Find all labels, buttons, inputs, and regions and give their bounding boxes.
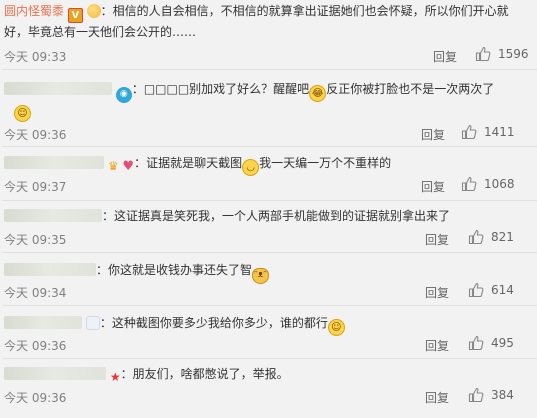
comment-time[interactable]: 今天 09:36 xyxy=(4,337,66,354)
blurred-username xyxy=(4,82,112,95)
comment-text: ★：朋友们，啥都憋说了，举报。 xyxy=(4,365,529,387)
comment-item: ：这种截图你要多少我给你多少，谁的都行 ☺ 今天 09:36 回复 495 xyxy=(0,306,537,359)
like-button[interactable]: 1068 xyxy=(461,176,515,192)
comment-content: ：□□□□别加戏了好么？醒醒吧 xyxy=(131,82,310,96)
smirk-emoji-icon: ◡ xyxy=(242,159,260,176)
laugh-cry-emoji-icon: 😂 xyxy=(309,85,327,102)
comment-text: ：这种截图你要多少我给你多少，谁的都行 ☺ xyxy=(4,314,529,336)
comment-content: ：朋友们，啥都憋说了，举报。 xyxy=(120,367,289,381)
divider xyxy=(2,69,537,70)
like-count: 1596 xyxy=(498,47,529,61)
like-count: 1068 xyxy=(484,177,515,191)
thumbs-up-icon xyxy=(468,229,484,245)
blurred-username xyxy=(4,209,102,222)
comment-content: ：你这就是收钱办事还失了智 xyxy=(96,263,253,277)
cat-emoji-icon: ᵔᴥᵔ xyxy=(252,267,270,284)
like-count: 384 xyxy=(491,388,514,402)
comment-item: ：你这就是收钱办事还失了智 ᵔᴥᵔ 今天 09:34 回复 614 xyxy=(0,253,537,306)
reply-button[interactable]: 回复 xyxy=(425,389,449,406)
thumbs-up-icon xyxy=(461,124,477,140)
thumbs-up-icon xyxy=(461,176,477,192)
smile-emoji-icon: ☺ xyxy=(14,102,31,122)
comment-text: ♛ ♥：证据就是聊天截图 ◡ 我一天编一万个不重样的 xyxy=(4,154,529,176)
reply-button[interactable]: 回复 xyxy=(421,178,445,195)
grape-emoji-icon xyxy=(86,4,101,18)
comment-text: ：你这就是收钱办事还失了智 ᵔᴥᵔ xyxy=(4,261,529,284)
comment-content-after: 反正你被打脸也不是一次两次了 xyxy=(326,82,495,96)
comment-item: ◉ ：□□□□别加戏了好么？醒醒吧 😂 反正你被打脸也不是一次两次了 ☺ 今天 09:… xyxy=(0,76,537,148)
like-button[interactable]: 384 xyxy=(468,387,514,403)
smile-emoji-icon: ☺ xyxy=(327,319,345,336)
comment-item: ：这证据真是笑死我，一个人两部手机能做到的证据就别拿出来了 今天 09:35 回… xyxy=(0,201,537,253)
reply-button[interactable]: 回复 xyxy=(425,231,449,248)
thumbs-up-icon xyxy=(475,46,491,62)
comment-text: 圆内怪蜀黍 V ：相信的人自会相信，不相信的就算拿出证据她们也会怀疑，所以你们开… xyxy=(4,2,529,42)
comment-time[interactable]: 今天 09:34 xyxy=(4,284,66,301)
comment-time[interactable]: 今天 09:33 xyxy=(4,48,66,65)
like-count: 495 xyxy=(491,336,514,350)
like-button[interactable]: 1596 xyxy=(475,46,529,62)
thumbs-up-icon xyxy=(468,387,484,403)
star-icon: ★ xyxy=(109,370,121,384)
comment-content: ：这种截图你要多少我给你多少，谁的都行 xyxy=(99,316,328,330)
comment-content: ：证据就是聊天截图 xyxy=(134,156,243,170)
reply-button[interactable]: 回复 xyxy=(433,48,457,65)
comment-time[interactable]: 今天 09:36 xyxy=(4,389,66,406)
blurred-username xyxy=(4,367,106,380)
comment-content-after: 我一天编一万个不重样的 xyxy=(259,156,392,170)
comment-username[interactable]: 圆内怪蜀黍 xyxy=(4,4,64,18)
divider xyxy=(2,146,537,147)
crown-icon: ♛ xyxy=(107,159,119,173)
comment-text: ◉ ：□□□□别加戏了好么？醒醒吧 😂 反正你被打脸也不是一次两次了 xyxy=(4,80,529,103)
avatar-badge-icon xyxy=(85,316,100,330)
blurred-username xyxy=(4,156,104,169)
like-button[interactable]: 821 xyxy=(468,229,514,245)
comment-item: 圆内怪蜀黍 V ：相信的人自会相信，不相信的就算拿出证据她们也会怀疑，所以你们开… xyxy=(0,0,537,70)
blurred-username xyxy=(4,316,82,329)
comment-item: ★：朋友们，啥都憋说了，举报。 今天 09:36 回复 384 xyxy=(0,359,537,418)
thumbs-up-icon xyxy=(468,335,484,351)
like-button[interactable]: 495 xyxy=(468,335,514,351)
heart-icon: ♥ xyxy=(122,159,135,174)
thumbs-up-icon xyxy=(468,282,484,298)
comment-content: ：这证据真是笑死我，一个人两部手机能做到的证据就别拿出来了 xyxy=(102,209,451,223)
comment-time[interactable]: 今天 09:36 xyxy=(4,126,66,143)
reply-button[interactable]: 回复 xyxy=(425,337,449,354)
like-button[interactable]: 614 xyxy=(468,282,514,298)
comment-text: ：这证据真是笑死我，一个人两部手机能做到的证据就别拿出来了 xyxy=(4,207,529,226)
reply-button[interactable]: 回复 xyxy=(425,284,449,301)
comment-time[interactable]: 今天 09:37 xyxy=(4,178,66,195)
comment-time[interactable]: 今天 09:35 xyxy=(4,231,66,248)
comment-item: ♛ ♥：证据就是聊天截图 ◡ 我一天编一万个不重样的 今天 09:37 回复 106… xyxy=(0,148,537,201)
camera-badge-icon: ◉ xyxy=(115,86,132,103)
like-count: 821 xyxy=(491,230,514,244)
like-count: 614 xyxy=(491,283,514,297)
blurred-username xyxy=(4,263,96,276)
verified-v-icon: V xyxy=(67,8,83,23)
like-button[interactable]: 1411 xyxy=(461,124,515,140)
like-count: 1411 xyxy=(484,125,515,139)
reply-button[interactable]: 回复 xyxy=(421,126,445,143)
